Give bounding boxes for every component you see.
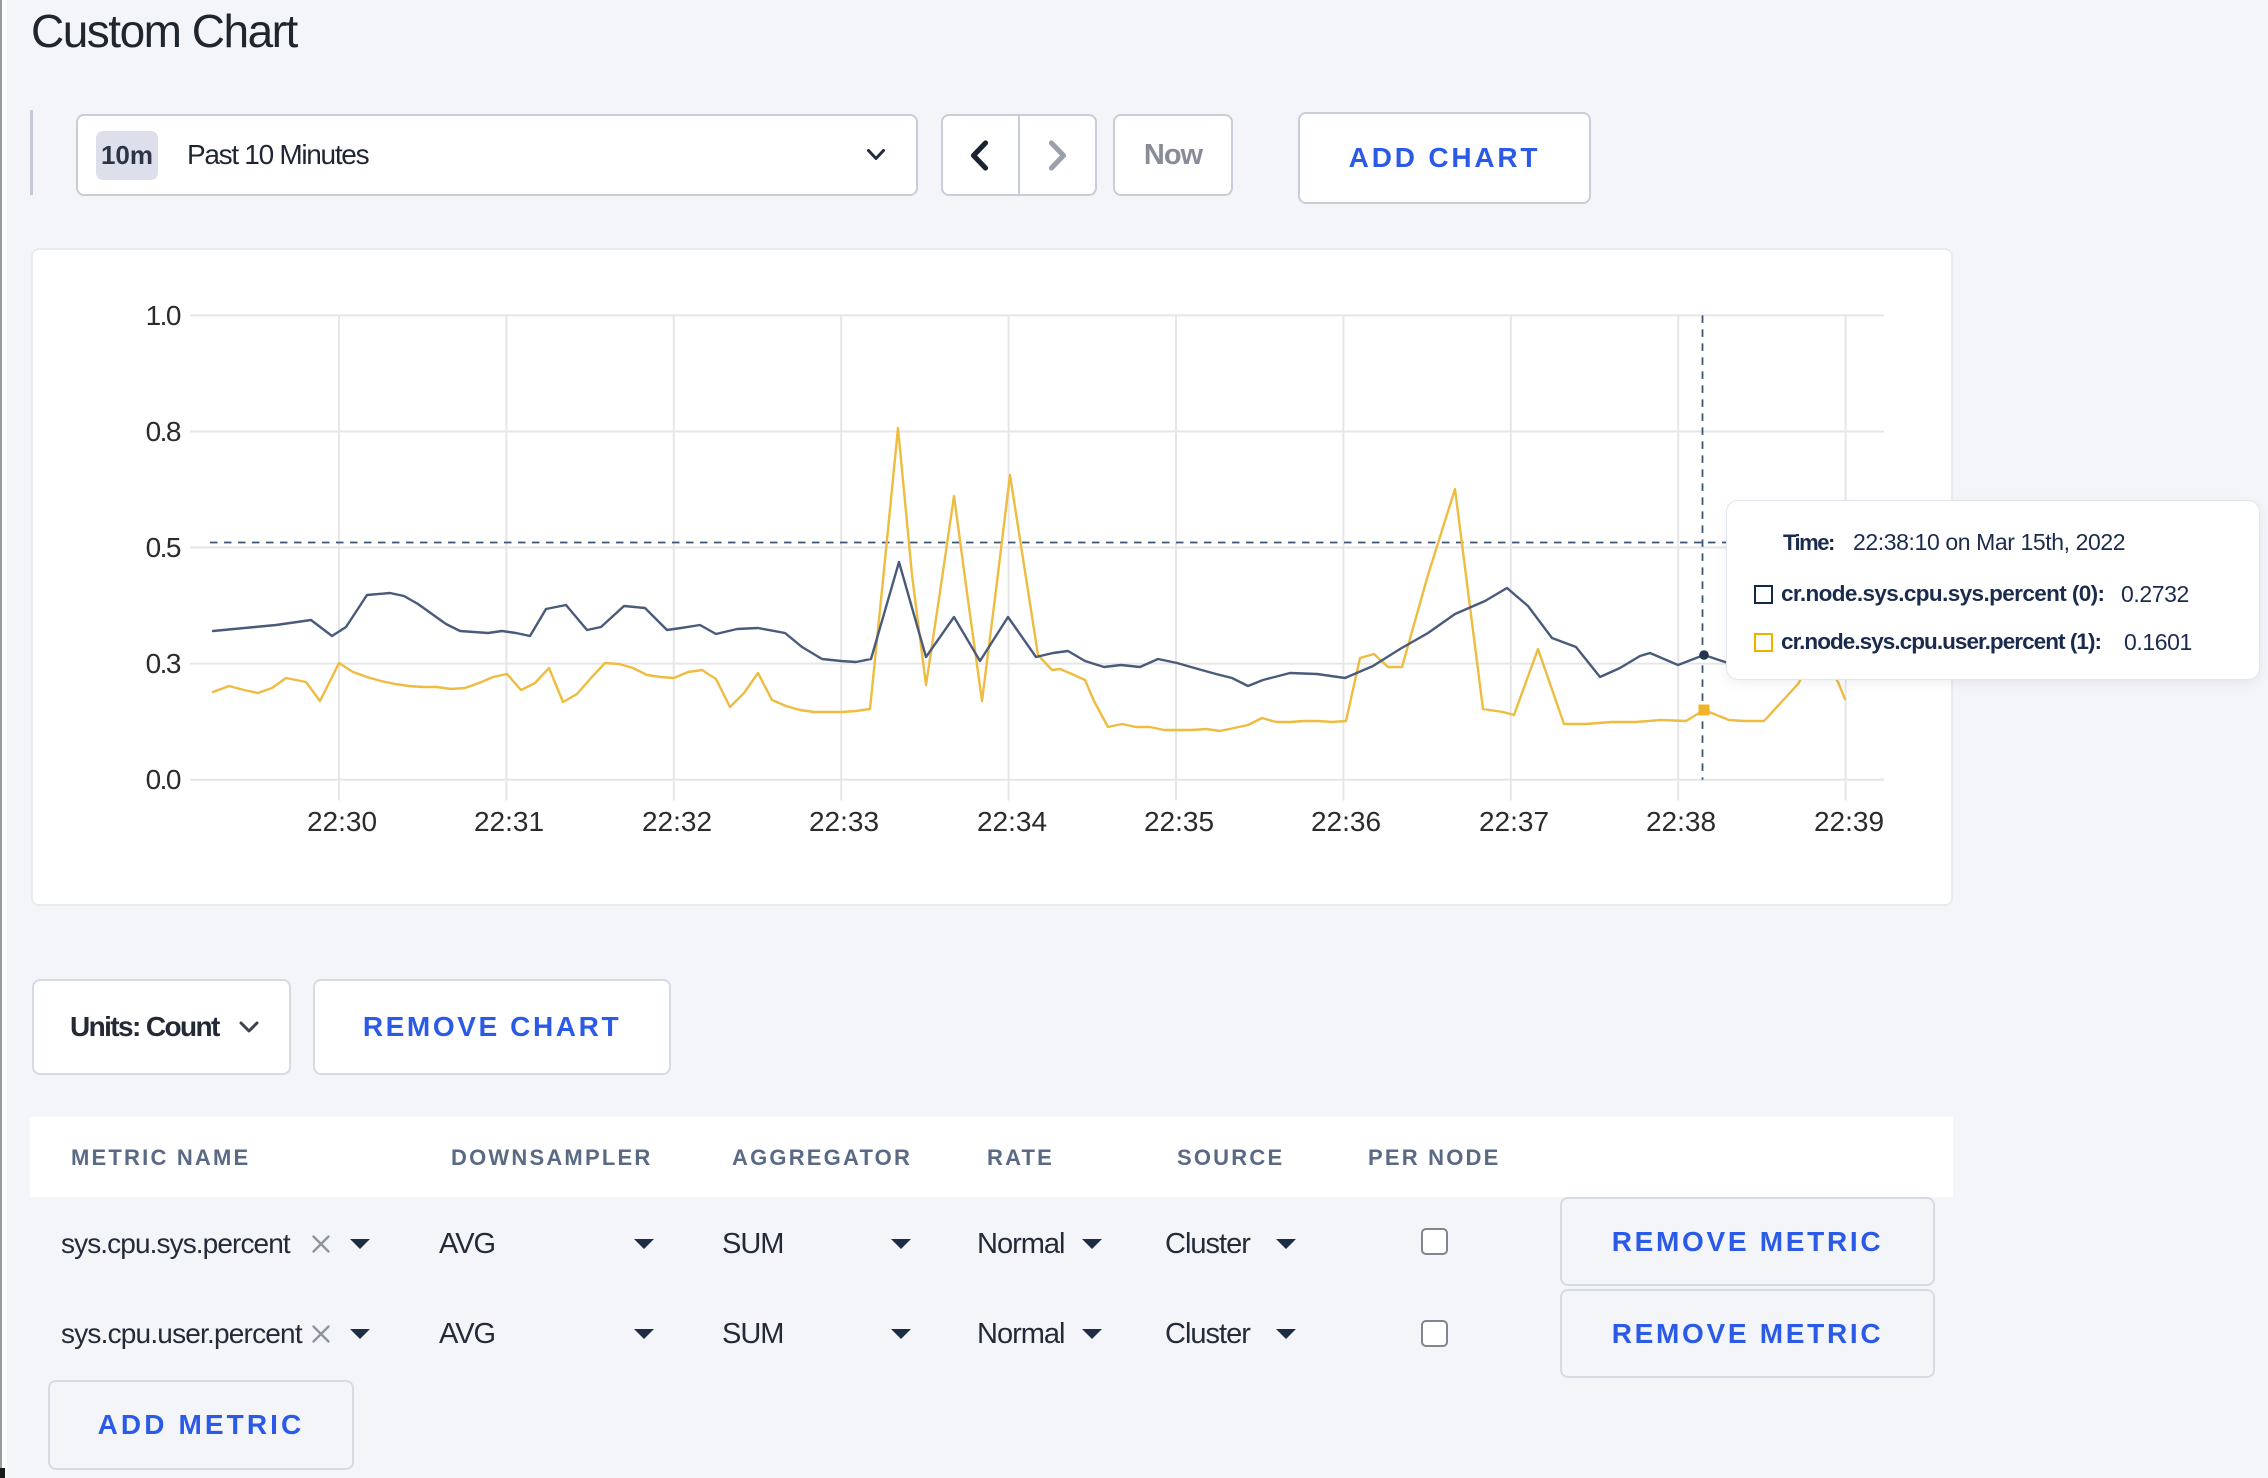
svg-text:22:34: 22:34 — [977, 806, 1047, 837]
svg-text:22:37: 22:37 — [1479, 806, 1549, 837]
svg-text:0.5: 0.5 — [146, 532, 181, 563]
svg-text:0.8: 0.8 — [146, 416, 181, 447]
svg-text:1.0: 1.0 — [146, 300, 181, 331]
svg-text:22:35: 22:35 — [1144, 806, 1214, 837]
svg-text:22:38: 22:38 — [1646, 806, 1716, 837]
svg-text:22:31: 22:31 — [474, 806, 544, 837]
svg-text:22:32: 22:32 — [642, 806, 712, 837]
svg-text:22:30: 22:30 — [307, 806, 377, 837]
svg-text:22:39: 22:39 — [1814, 806, 1884, 837]
svg-text:22:33: 22:33 — [809, 806, 879, 837]
svg-text:22:36: 22:36 — [1311, 806, 1381, 837]
svg-text:0.3: 0.3 — [146, 648, 181, 679]
svg-text:0.0: 0.0 — [146, 764, 181, 795]
